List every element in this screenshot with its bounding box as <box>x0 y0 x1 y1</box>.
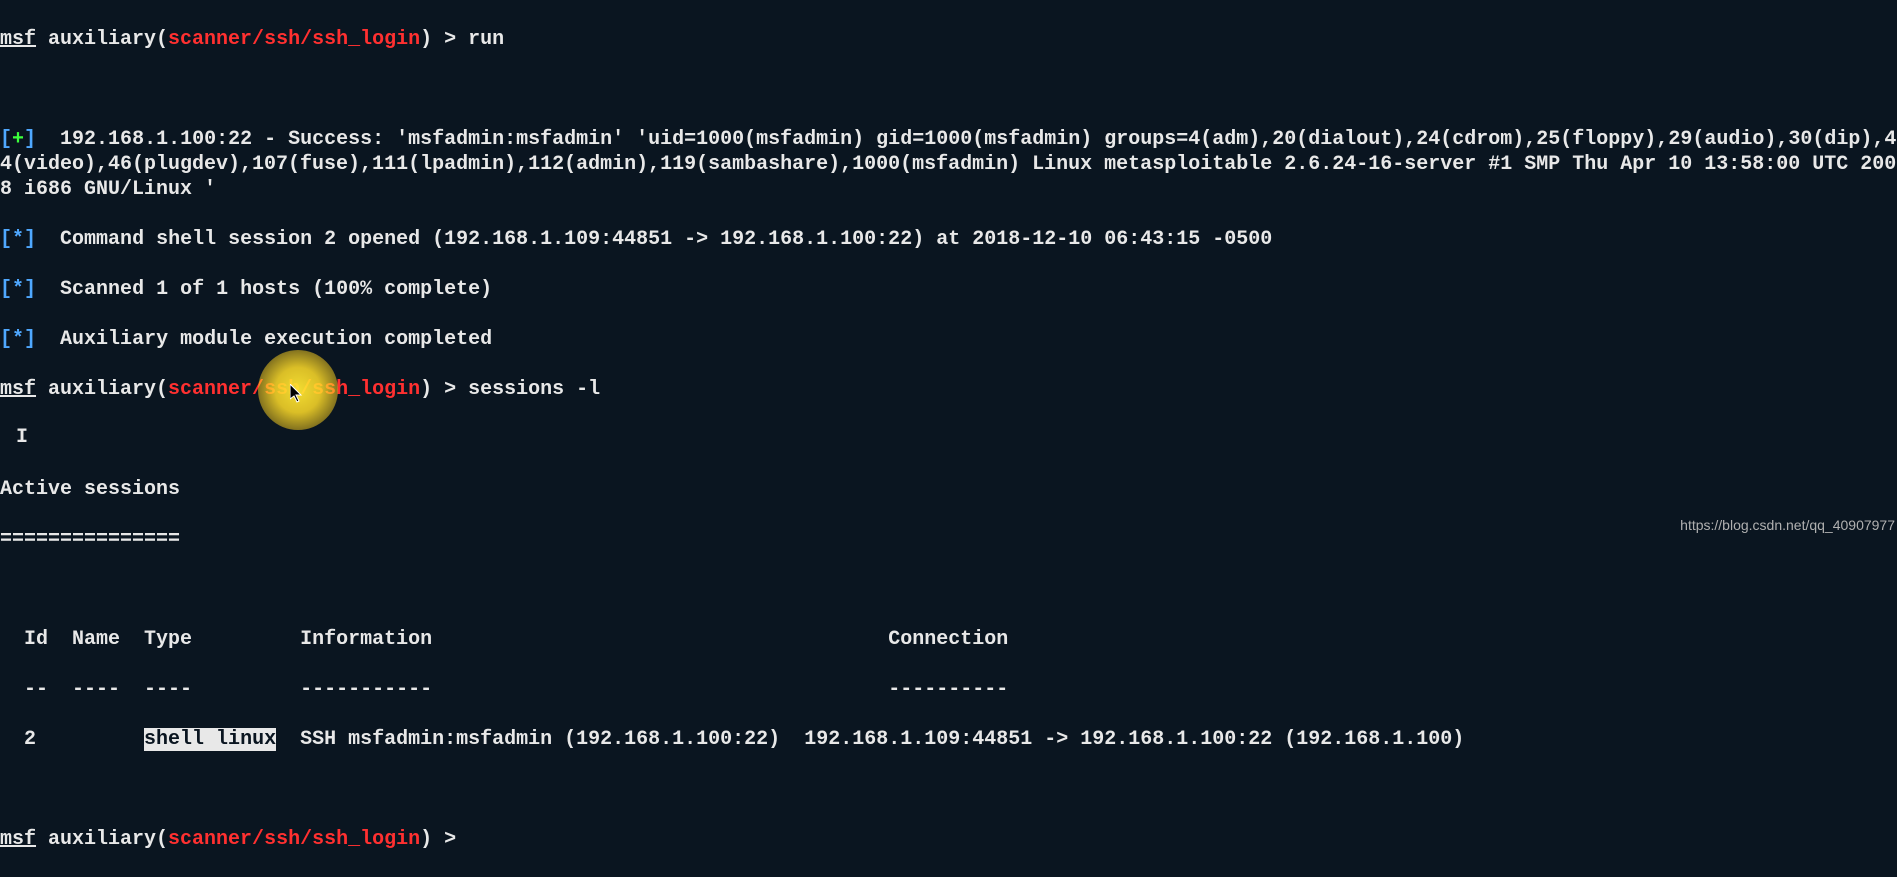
command-sessions: sessions -l <box>468 378 600 401</box>
aux-label: auxiliary( <box>36 828 168 851</box>
col-id-ul: -- <box>0 678 72 701</box>
col-conn: Connection <box>888 628 1008 651</box>
prompt-close: ) > <box>420 378 468 401</box>
success-line: [+] 192.168.1.100:22 - Success: 'msfadmi… <box>0 127 1897 202</box>
info-line-scanned: [*] Scanned 1 of 1 hosts (100% complete) <box>0 277 1897 302</box>
bracket-close: ] <box>24 228 36 251</box>
col-type: Type <box>144 628 300 651</box>
success-text: 192.168.1.100:22 - Success: 'msfadmin:ms… <box>0 128 1896 201</box>
prompt-close: ) > <box>420 828 468 851</box>
prompt-line-sessions: msf auxiliary(scanner/ssh/ssh_login) > s… <box>0 377 1897 402</box>
cell-id: 2 <box>0 728 72 751</box>
module-path: scanner/ssh/ssh_login <box>168 28 420 51</box>
table-underline-row: -- ---- ---- ----------- ---------- <box>0 677 1897 702</box>
cell-conn: 192.168.1.109:44851 -> 192.168.1.100:22 … <box>804 728 1464 751</box>
bracket-close: ] <box>24 128 36 151</box>
active-sessions-underline: =============== <box>0 527 1897 552</box>
cell-type-selected: shell linux <box>144 728 276 751</box>
prompt-close: ) > <box>420 28 468 51</box>
bracket-open: [ <box>0 278 12 301</box>
aux-label: auxiliary( <box>36 28 168 51</box>
blank-line <box>0 427 1897 452</box>
col-id: Id <box>0 628 72 651</box>
blank-line <box>0 577 1897 602</box>
aux-label: auxiliary( <box>36 378 168 401</box>
module-path: scanner/ssh/ssh_login <box>168 828 420 851</box>
watermark-text: https://blog.csdn.net/qq_40907977 <box>1680 517 1895 535</box>
prompt-line-run: msf auxiliary(scanner/ssh/ssh_login) > r… <box>0 27 1897 52</box>
bracket-close: ] <box>24 328 36 351</box>
terminal-output[interactable]: msf auxiliary(scanner/ssh/ssh_login) > r… <box>0 0 1897 877</box>
active-sessions-header: Active sessions <box>0 477 1897 502</box>
info-text: Command shell session 2 opened (192.168.… <box>36 228 1272 251</box>
bracket-open: [ <box>0 228 12 251</box>
star-icon: * <box>12 228 24 251</box>
module-path: scanner/ssh/ssh_login <box>168 378 420 401</box>
info-text: Auxiliary module execution completed <box>36 328 492 351</box>
bracket-open: [ <box>0 328 12 351</box>
cell-info: SSH msfadmin:msfadmin (192.168.1.100:22) <box>300 728 804 751</box>
msf-label: msf <box>0 28 36 51</box>
info-text: Scanned 1 of 1 hosts (100% complete) <box>36 278 492 301</box>
star-icon: * <box>12 328 24 351</box>
bracket-close: ] <box>24 278 36 301</box>
col-info-ul: ----------- <box>300 678 888 701</box>
info-line-session: [*] Command shell session 2 opened (192.… <box>0 227 1897 252</box>
col-name: Name <box>72 628 144 651</box>
command-run: run <box>468 28 504 51</box>
msf-label: msf <box>0 828 36 851</box>
info-line-completed: [*] Auxiliary module execution completed <box>0 327 1897 352</box>
prompt-line-empty[interactable]: msf auxiliary(scanner/ssh/ssh_login) > <box>0 827 1897 852</box>
cell-name <box>72 728 144 751</box>
msf-label: msf <box>0 378 36 401</box>
col-info: Information <box>300 628 888 651</box>
bracket-open: [ <box>0 128 12 151</box>
col-type-ul: ---- <box>144 678 300 701</box>
cell-type-rest <box>276 728 300 751</box>
plus-icon: + <box>12 128 24 151</box>
col-name-ul: ---- <box>72 678 144 701</box>
blank-line <box>0 777 1897 802</box>
table-header-row: Id Name Type Information Connection <box>0 627 1897 652</box>
table-row: 2 shell linux SSH msfadmin:msfadmin (192… <box>0 727 1897 752</box>
col-conn-ul: ---------- <box>888 678 1008 701</box>
star-icon: * <box>12 278 24 301</box>
blank-line <box>0 77 1897 102</box>
